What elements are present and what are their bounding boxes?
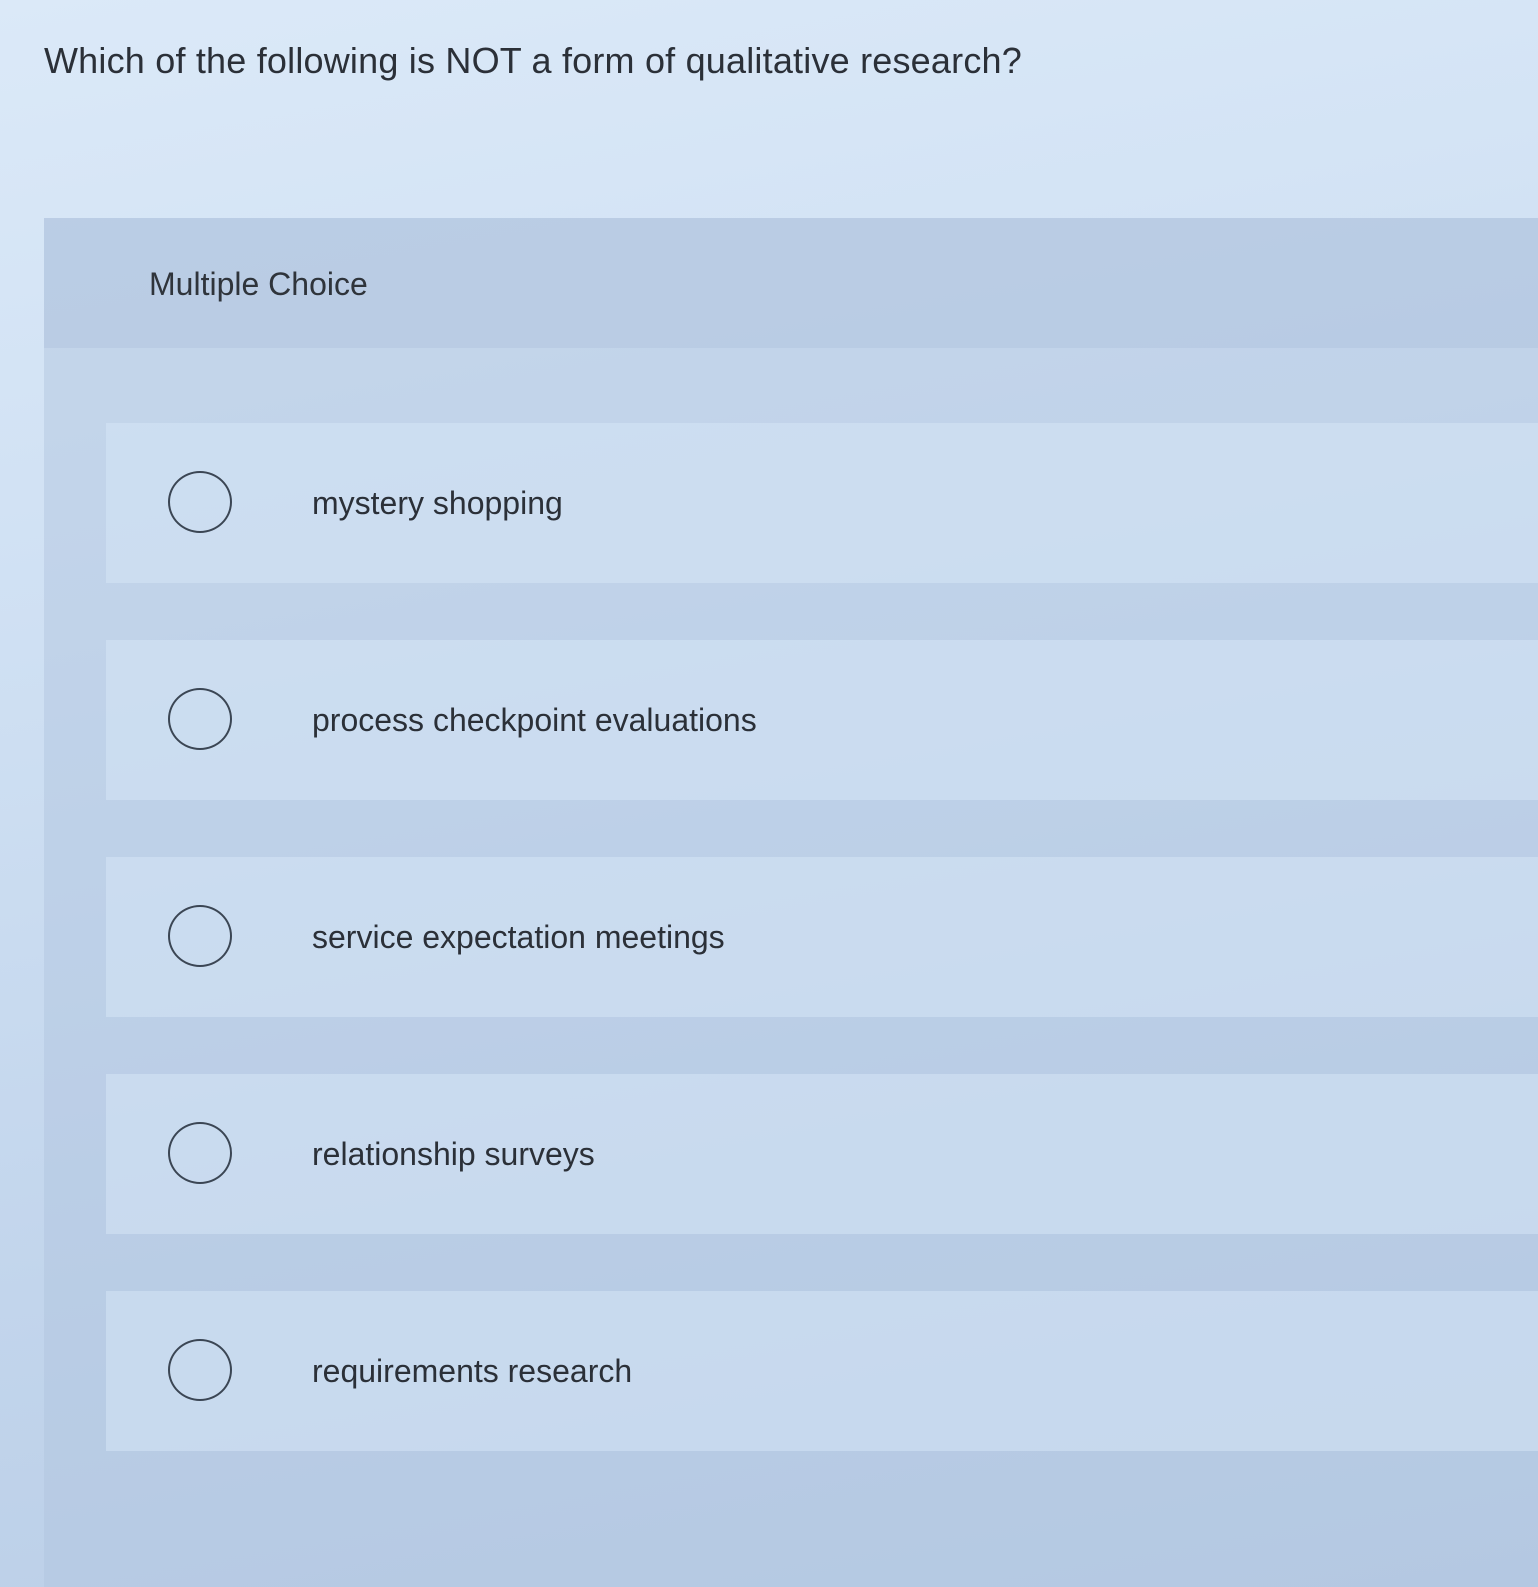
- radio-button-icon[interactable]: [168, 471, 232, 533]
- option-label: mystery shopping: [312, 485, 563, 521]
- multiple-choice-panel: Multiple Choice mystery shopping process…: [44, 218, 1538, 1587]
- options-list: mystery shopping process checkpoint eval…: [106, 423, 1538, 1508]
- radio-button-icon[interactable]: [168, 1122, 232, 1184]
- option-label: service expectation meetings: [312, 919, 725, 955]
- option-requirements-research[interactable]: requirements research: [106, 1291, 1538, 1451]
- panel-title: Multiple Choice: [149, 266, 368, 302]
- option-label: requirements research: [312, 1353, 633, 1389]
- option-label: relationship surveys: [312, 1136, 595, 1172]
- radio-button-icon[interactable]: [168, 905, 232, 967]
- question-text: Which of the following is NOT a form of …: [44, 40, 1022, 81]
- option-service-expectation-meetings[interactable]: service expectation meetings: [106, 857, 1538, 1017]
- option-process-checkpoint-evaluations[interactable]: process checkpoint evaluations: [106, 640, 1538, 800]
- option-mystery-shopping[interactable]: mystery shopping: [106, 423, 1538, 583]
- option-relationship-surveys[interactable]: relationship surveys: [106, 1074, 1538, 1234]
- option-label: process checkpoint evaluations: [312, 702, 757, 738]
- radio-button-icon[interactable]: [168, 1339, 232, 1401]
- radio-button-icon[interactable]: [168, 688, 232, 750]
- panel-header: Multiple Choice: [44, 218, 1538, 348]
